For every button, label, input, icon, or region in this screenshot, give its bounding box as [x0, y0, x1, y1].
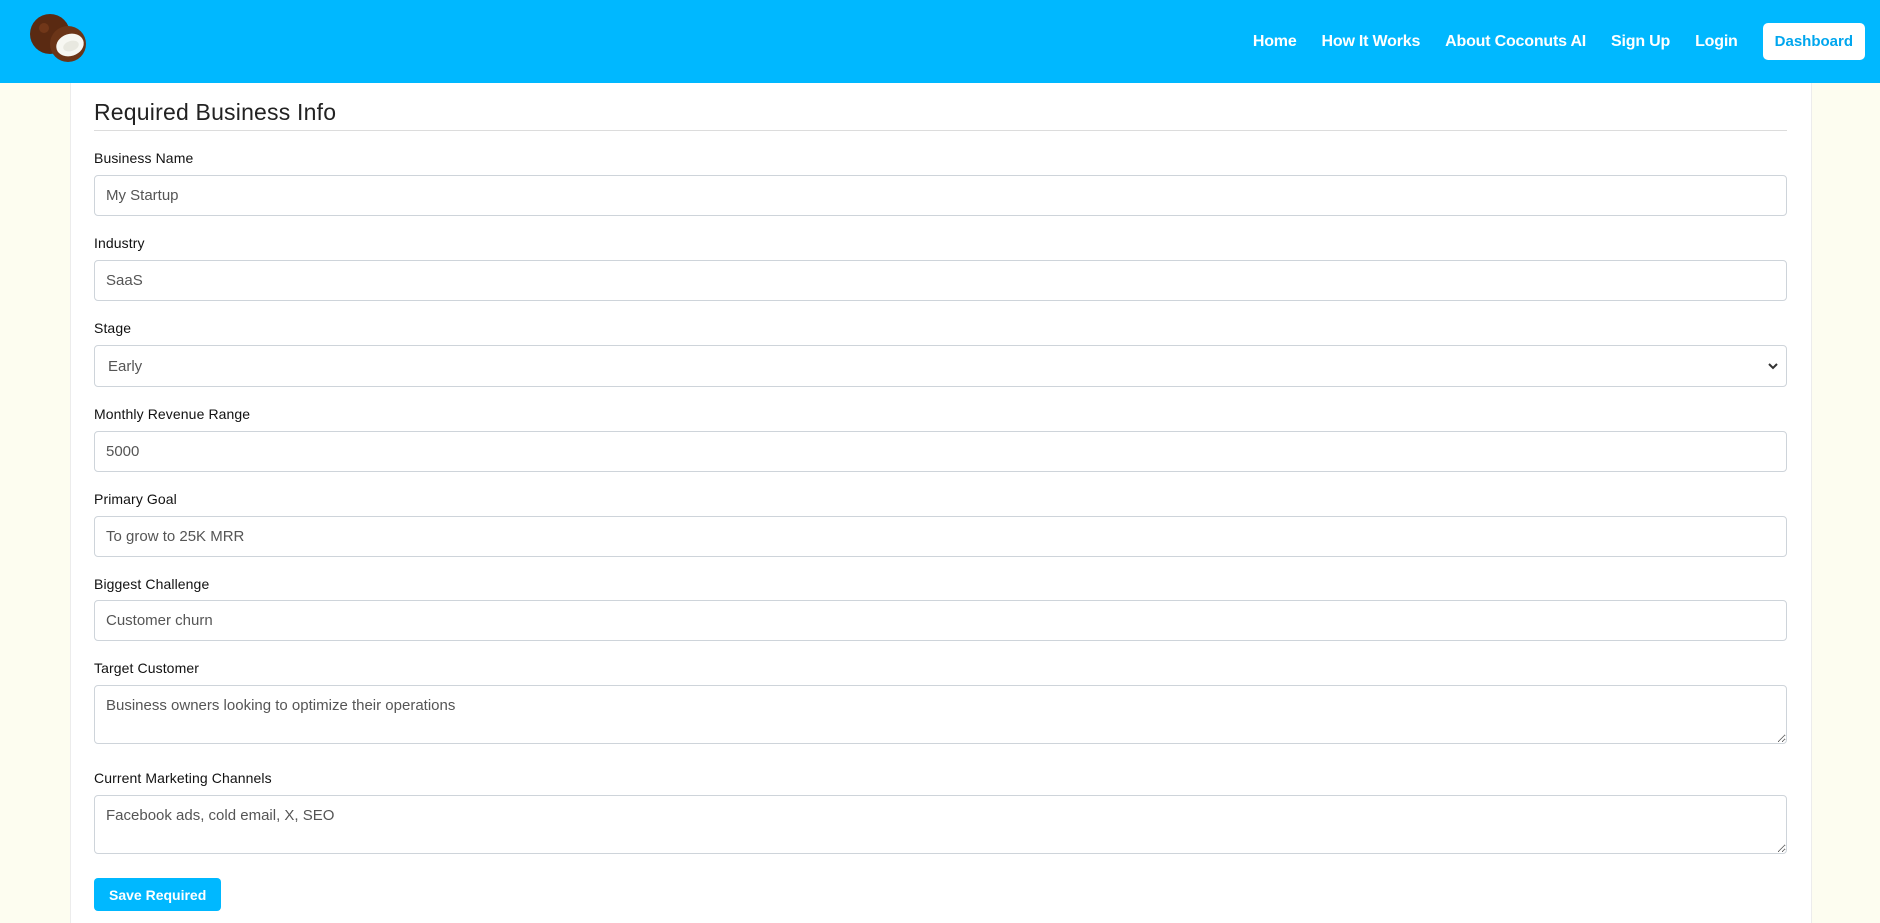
target-customer-label: Target Customer: [94, 660, 199, 676]
industry-input[interactable]: [94, 260, 1787, 301]
monthly-revenue-label: Monthly Revenue Range: [94, 406, 251, 422]
title-divider: [94, 130, 1787, 131]
business-info-card: Required Business Info Business Name Ind…: [70, 83, 1812, 923]
nav-links: Home How It Works About Coconuts AI Sign…: [1253, 0, 1880, 83]
section-title: Required Business Info: [94, 99, 337, 125]
primary-goal-label: Primary Goal: [94, 491, 177, 507]
nav-home-link[interactable]: Home: [1253, 33, 1297, 51]
dashboard-button[interactable]: Dashboard: [1762, 23, 1865, 60]
primary-goal-input[interactable]: [94, 516, 1787, 557]
nav-sign-up-link[interactable]: Sign Up: [1611, 33, 1670, 51]
nav-how-it-works-link[interactable]: How It Works: [1322, 33, 1421, 51]
target-customer-textarea[interactable]: Business owners looking to optimize thei…: [94, 685, 1787, 744]
biggest-challenge-input[interactable]: [94, 600, 1787, 641]
save-required-button[interactable]: Save Required: [94, 878, 222, 911]
stage-select[interactable]: Early: [94, 345, 1787, 387]
business-name-label: Business Name: [94, 150, 194, 166]
marketing-channels-label: Current Marketing Channels: [94, 770, 272, 786]
industry-label: Industry: [94, 235, 145, 251]
biggest-challenge-label: Biggest Challenge: [94, 576, 210, 592]
nav-about-link[interactable]: About Coconuts AI: [1445, 33, 1586, 51]
stage-label: Stage: [94, 320, 132, 336]
nav-login-link[interactable]: Login: [1695, 33, 1738, 51]
business-name-input[interactable]: [94, 175, 1787, 216]
top-navbar: Home How It Works About Coconuts AI Sign…: [0, 0, 1880, 83]
marketing-channels-textarea[interactable]: Facebook ads, cold email, X, SEO: [94, 795, 1787, 854]
coconut-logo-icon[interactable]: [28, 12, 98, 64]
monthly-revenue-input[interactable]: [94, 431, 1787, 472]
